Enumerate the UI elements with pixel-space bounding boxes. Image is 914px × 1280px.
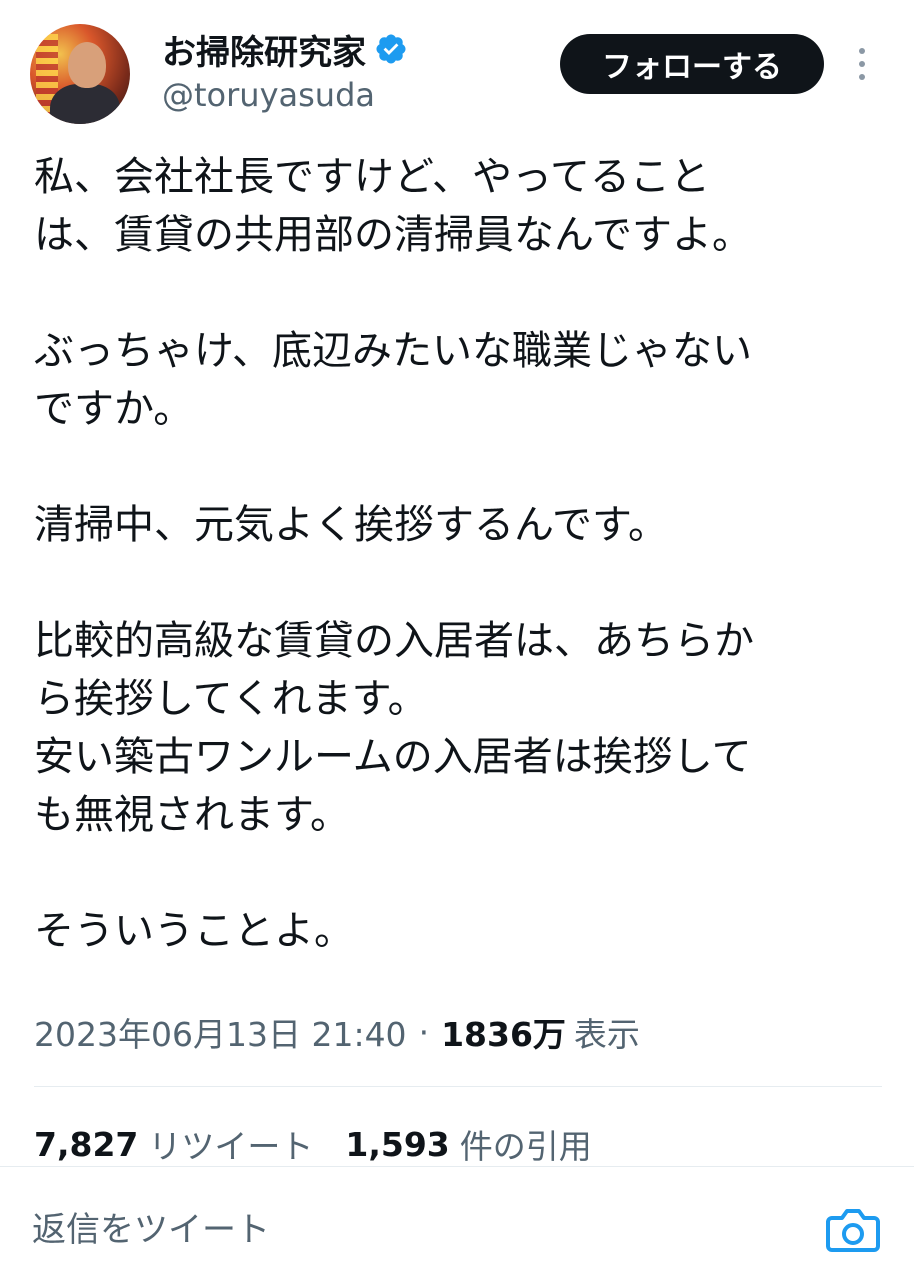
divider: [34, 1086, 882, 1087]
retweets-label[interactable]: リツイート: [148, 1120, 313, 1168]
tweet-header: お掃除研究家 @toruyasuda フォローする: [0, 0, 914, 130]
tweet-line: 安い築古ワンルームの入居者は挨拶して: [34, 734, 752, 780]
tweet-line: 比較的高級な賃貸の入居者は、あちらか: [34, 618, 754, 664]
more-vertical-icon[interactable]: [852, 44, 872, 88]
reply-input[interactable]: [32, 1202, 792, 1258]
verified-badge-icon: [376, 34, 406, 64]
divider: [0, 1166, 914, 1167]
views-label: 表示: [573, 1015, 640, 1054]
views-count: 1836万: [441, 1015, 566, 1054]
tweet-line: そういうことよ。: [34, 908, 354, 954]
quotes-label[interactable]: 件の引用: [460, 1120, 592, 1168]
tweet-line: ぶっちゃけ、底辺みたいな職業じゃない: [34, 328, 752, 374]
name-row: お掃除研究家: [162, 25, 408, 74]
reply-bar: [0, 1182, 914, 1280]
tweet-line: は、賃貸の共用部の清掃員なんですよ。: [34, 212, 752, 258]
quotes-count[interactable]: 1,593: [345, 1125, 449, 1164]
tweet-line: ですか。: [34, 386, 194, 432]
timestamp[interactable]: 2023年06月13日 21:40: [34, 1008, 407, 1056]
tweet-line: も無視されます。: [34, 792, 350, 838]
follow-button[interactable]: フォローする: [560, 34, 824, 94]
meta-separator: ·: [418, 1012, 430, 1052]
retweets-count[interactable]: 7,827: [34, 1125, 138, 1164]
tweet-line: ら挨拶してくれます。: [34, 676, 428, 722]
tweet-meta: 2023年06月13日 21:40 · 1836万 表示: [34, 1008, 640, 1056]
camera-icon[interactable]: [826, 1206, 880, 1254]
tweet-stats: 7,827 リツイート 1,593 件の引用: [34, 1120, 624, 1168]
tweet-line: 私、会社社長ですけど、やってること: [34, 154, 710, 200]
display-name[interactable]: お掃除研究家: [162, 25, 366, 74]
avatar[interactable]: [30, 24, 130, 124]
handle[interactable]: @toruyasuda: [162, 76, 375, 114]
tweet-line: 清掃中、元気よく挨拶するんです。: [34, 502, 668, 548]
tweet-text: 私、会社社長ですけど、やってること は、賃貸の共用部の清掃員なんですよ。 ぶっち…: [34, 148, 894, 960]
